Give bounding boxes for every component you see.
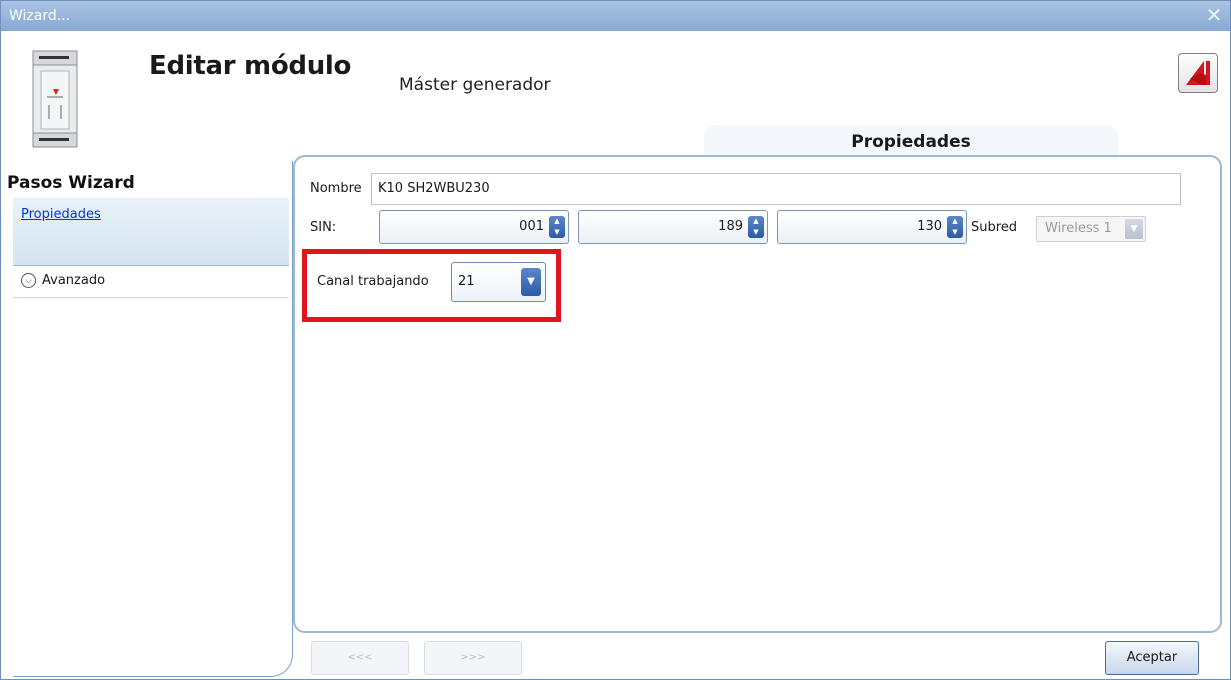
divider [13,297,289,298]
sin-value-1: 001 [519,219,544,234]
window-title: Wizard... [9,8,71,24]
prev-button[interactable]: <<< [311,641,409,675]
wizard-steps-title: Pasos Wizard [7,173,135,193]
canal-label: Canal trabajando [317,274,429,289]
sin-field-2[interactable]: 189 ▲ ▼ [578,210,768,244]
chevron-down-icon[interactable]: ▼ [521,268,541,296]
tab-propiedades[interactable]: Propiedades [704,125,1118,155]
sidebar-link-propiedades[interactable]: Propiedades [21,207,101,222]
chevron-down-icon: ▼ [1125,219,1143,239]
canal-select[interactable]: 21 ▼ [451,262,546,302]
spin-updown-icon[interactable]: ▲ ▼ [947,216,963,238]
wizard-window: Wizard... ✕ Editar módulo Máster generad… [0,0,1231,680]
subred-value: Wireless 1 [1045,221,1112,236]
sin-field-1[interactable]: 001 ▲ ▼ [379,210,569,244]
nombre-label: Nombre [310,181,362,196]
sin-field-3[interactable]: 130 ▲ ▼ [777,210,967,244]
spin-updown-icon[interactable]: ▲ ▼ [748,216,764,238]
title-bar: Wizard... ✕ [1,1,1230,31]
spin-updown-icon[interactable]: ▲ ▼ [549,216,565,238]
module-name: Máster generador [399,75,551,95]
page-title: Editar módulo [149,51,352,81]
aceptar-button[interactable]: Aceptar [1105,641,1199,675]
sin-value-3: 130 [917,219,942,234]
sidebar-item-label: Avanzado [42,273,106,288]
canal-value: 21 [458,274,475,289]
sidebar-item-avanzado[interactable]: ⌵ Avanzado [21,273,105,288]
next-button[interactable]: >>> [424,641,522,675]
sin-label: SIN: [310,220,337,235]
close-icon[interactable]: ✕ [1204,1,1224,31]
sin-value-2: 189 [718,219,743,234]
subred-label: Subred [971,220,1018,235]
module-device-icon [32,50,78,148]
chevron-down-circle-icon: ⌵ [21,273,36,288]
subred-select: Wireless 1 ▼ [1036,216,1146,242]
logo-button[interactable] [1178,53,1218,93]
brand-logo-icon [1186,61,1210,85]
nombre-input[interactable]: K10 SH2WBU230 [371,173,1181,205]
